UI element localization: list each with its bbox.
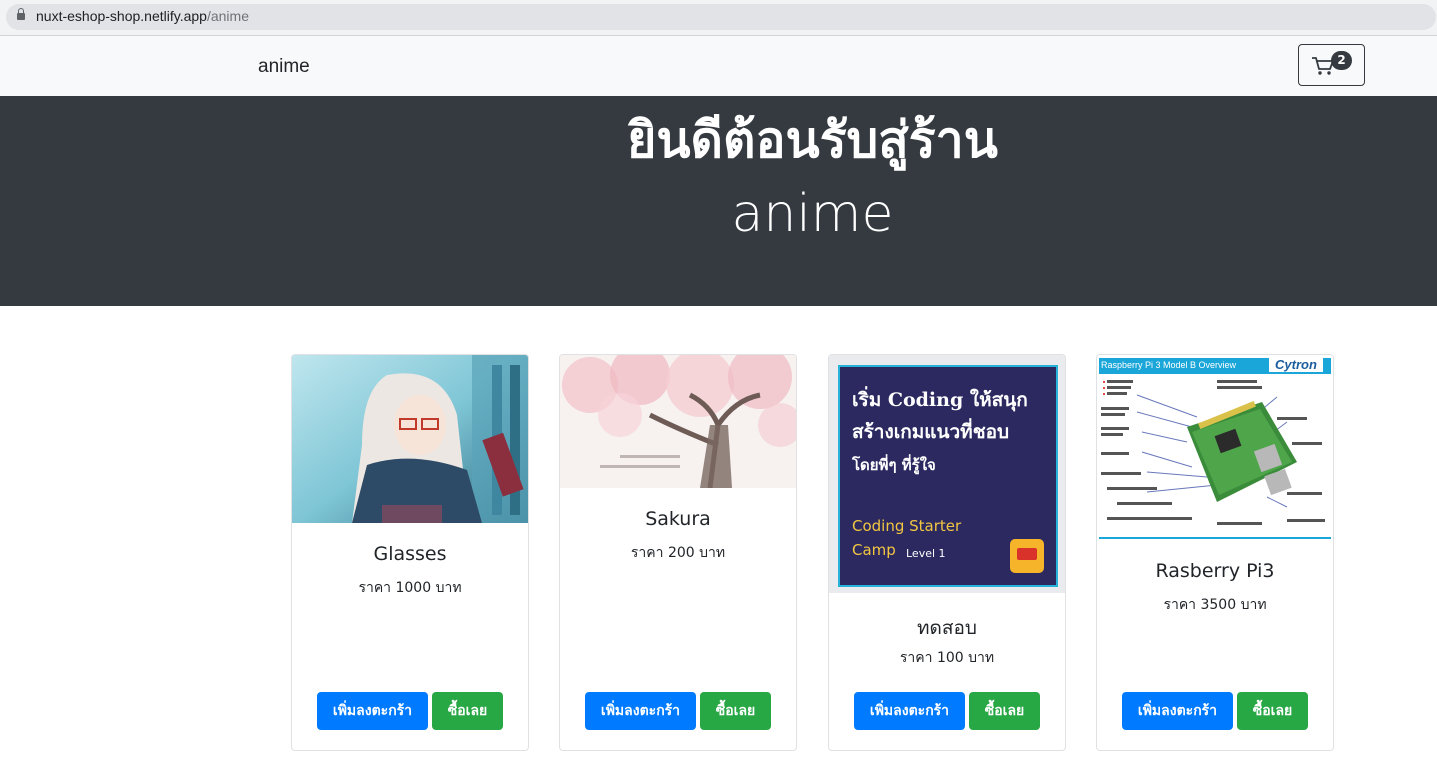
anime-girl-glasses-image bbox=[292, 355, 528, 523]
product-card-sakura: Sakura ราคา 200 บาท เพิ่มลงตะกร้า ซื้อเล… bbox=[559, 354, 797, 751]
product-name: Glasses bbox=[373, 543, 447, 565]
buy-now-button[interactable]: ซื้อเลย bbox=[432, 692, 503, 730]
hero-subtitle: anime bbox=[731, 184, 894, 244]
product-name: Sakura bbox=[645, 508, 711, 530]
lock-icon bbox=[17, 8, 25, 20]
buy-now-button[interactable]: ซื้อเลย bbox=[700, 692, 771, 730]
diagram-title: Raspberry Pi 3 Model B Overview bbox=[1101, 360, 1237, 370]
camp-logo-icon bbox=[1010, 539, 1044, 573]
product-card-raspberry-pi: Raspberry Pi 3 Model B Overview Cytron R… bbox=[1096, 354, 1334, 751]
product-price: ราคา 3500 บาท bbox=[1163, 597, 1267, 613]
buy-now-button[interactable]: ซื้อเลย bbox=[1237, 692, 1308, 730]
poster-level: Level 1 bbox=[906, 547, 946, 560]
add-to-cart-button[interactable]: เพิ่มลงตะกร้า bbox=[317, 692, 428, 730]
poster-line: Coding Starter bbox=[852, 517, 962, 535]
diagram-brand: Cytron bbox=[1269, 357, 1323, 372]
navbar-brand[interactable]: anime bbox=[258, 56, 310, 78]
add-to-cart-button[interactable]: เพิ่มลงตะกร้า bbox=[585, 692, 696, 730]
poster-line: Camp bbox=[852, 541, 896, 559]
product-card-test: เริ่ม Coding ให้สนุก สร้างเกมแนวที่ชอบ โ… bbox=[828, 354, 1066, 751]
product-price: ราคา 1000 บาท bbox=[358, 580, 462, 596]
coding-camp-poster-image: เริ่ม Coding ให้สนุก สร้างเกมแนวที่ชอบ โ… bbox=[829, 355, 1065, 593]
url-path: /anime bbox=[206, 8, 249, 24]
product-price: ราคา 100 บาท bbox=[899, 650, 995, 666]
poster-line: สร้างเกมแนวที่ชอบ bbox=[852, 421, 1010, 443]
poster-line: โดยพี่ๆ ที่รู้ใจ bbox=[852, 456, 936, 474]
add-to-cart-button[interactable]: เพิ่มลงตะกร้า bbox=[854, 692, 965, 730]
poster-line: เริ่ม Coding ให้สนุก bbox=[852, 389, 1028, 411]
url-field[interactable]: nuxt-eshop-shop.netlify.app/anime bbox=[6, 4, 1436, 30]
hero-banner: ยินดีต้อนรับสู่ร้าน anime bbox=[0, 96, 1437, 306]
product-name: Rasberry Pi3 bbox=[1155, 560, 1275, 582]
url-text[interactable]: nuxt-eshop-shop.netlify.app/anime bbox=[36, 8, 249, 24]
url-host: nuxt-eshop-shop.netlify.app bbox=[36, 8, 207, 24]
add-to-cart-button[interactable]: เพิ่มลงตะกร้า bbox=[1122, 692, 1233, 730]
navbar: anime 2 bbox=[0, 36, 1437, 96]
raspberry-pi-board-icon bbox=[1099, 380, 1331, 539]
buy-now-button[interactable]: ซื้อเลย bbox=[969, 692, 1040, 730]
cart-count-badge: 2 bbox=[1331, 51, 1352, 70]
product-card-glasses: Glasses ราคา 1000 บาท เพิ่มลงตะกร้า ซื้อ… bbox=[291, 354, 529, 751]
raspberry-pi-diagram-image: Raspberry Pi 3 Model B Overview Cytron bbox=[1097, 355, 1333, 541]
browser-address-bar: nuxt-eshop-shop.netlify.app/anime bbox=[0, 0, 1437, 36]
hero-title: ยินดีต้อนรับสู่ร้าน bbox=[627, 111, 998, 169]
product-price: ราคา 200 บาท bbox=[630, 545, 726, 561]
sakura-tree-image bbox=[560, 355, 796, 488]
cart-button[interactable]: 2 bbox=[1298, 44, 1365, 86]
product-name: ทดสอบ bbox=[917, 617, 977, 639]
